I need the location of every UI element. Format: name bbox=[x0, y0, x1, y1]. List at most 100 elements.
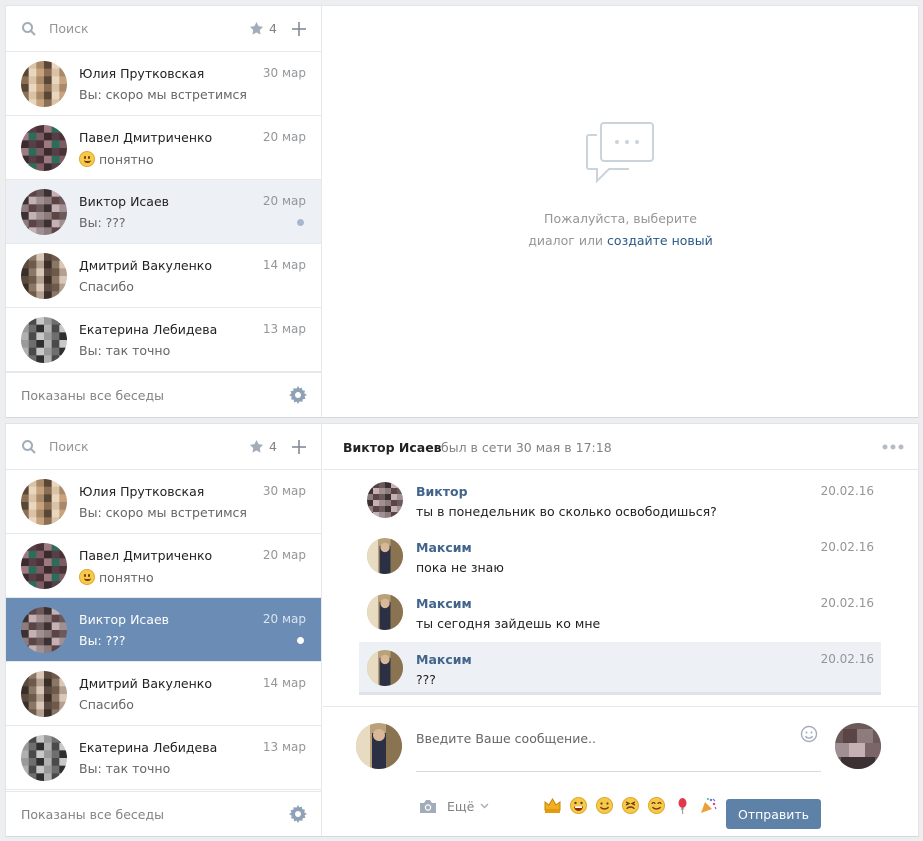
search-input[interactable]: Поиск bbox=[49, 21, 89, 36]
search-icon bbox=[22, 440, 36, 454]
dialog-preview-text: Вы: так точно bbox=[79, 761, 171, 776]
avatar bbox=[21, 543, 67, 589]
chat-peer-status: был в сети 30 мая в 17:18 bbox=[441, 440, 612, 455]
unread-dot bbox=[297, 637, 304, 644]
camera-icon[interactable] bbox=[419, 799, 437, 814]
dialog-name: Екатерина Лебидева bbox=[79, 322, 218, 337]
dialog-preview: понятно bbox=[79, 569, 154, 585]
create-new-dialog-link[interactable]: создайте новый bbox=[607, 233, 713, 248]
dialog-name: Юлия Прутковская bbox=[79, 66, 205, 81]
dialog-item[interactable]: Павел Дмитриченко 20 мар понятно bbox=[6, 534, 321, 598]
message-date: 20.02.16 bbox=[820, 652, 874, 666]
peer-avatar[interactable] bbox=[835, 723, 881, 769]
all-dialogs-shown: Показаны все беседы bbox=[21, 807, 164, 822]
message-author[interactable]: Максим bbox=[416, 540, 472, 555]
dialog-item[interactable]: Дмитрий Вакуленко 14 мар Спасибо bbox=[6, 662, 321, 726]
dialog-item[interactable]: Виктор Исаев 20 мар Вы: ??? bbox=[6, 180, 321, 244]
message-author[interactable]: Виктор bbox=[416, 484, 468, 499]
avatar bbox=[21, 317, 67, 363]
search-icon bbox=[22, 22, 36, 36]
dialog-list: Юлия Прутковская 30 мар Вы: скоро мы вст… bbox=[6, 470, 321, 790]
message-input[interactable] bbox=[416, 719, 821, 746]
smiling-emoji[interactable] bbox=[596, 797, 613, 814]
dialog-date: 20 мар bbox=[262, 612, 306, 626]
chat-peer-name[interactable]: Виктор Исаев bbox=[343, 440, 442, 455]
dialog-item[interactable]: Виктор Исаев 20 мар Вы: ??? bbox=[6, 598, 321, 662]
message-item[interactable]: Максим 20.02.16 пока не знаю bbox=[359, 530, 881, 586]
smile-emoji-icon bbox=[79, 151, 95, 167]
all-dialogs-shown: Показаны все беседы bbox=[21, 388, 164, 403]
message-avatar[interactable] bbox=[367, 482, 403, 518]
dialog-list-footer: Показаны все беседы bbox=[6, 372, 321, 417]
avatar bbox=[21, 735, 67, 781]
smile-icon[interactable] bbox=[800, 725, 818, 743]
dialog-name: Дмитрий Вакуленко bbox=[79, 676, 212, 691]
more-actions-icon[interactable] bbox=[882, 444, 904, 450]
favorites-count: 4 bbox=[269, 439, 277, 454]
dialog-name: Виктор Исаев bbox=[79, 194, 170, 209]
dialog-item[interactable]: Дмитрий Вакуленко 14 мар Спасибо bbox=[6, 244, 321, 308]
dialog-preview: Спасибо bbox=[79, 697, 134, 712]
message-item[interactable]: Максим 20.02.16 ??? bbox=[359, 642, 881, 695]
gear-icon[interactable] bbox=[289, 805, 307, 823]
message-avatar[interactable] bbox=[367, 594, 403, 630]
dialog-preview: Вы: скоро мы встретимся bbox=[79, 87, 247, 102]
search-bar: Поиск 4 bbox=[6, 424, 321, 470]
dialog-list-column: Поиск 4 Юлия Прутковская 30 мар Вы: скор… bbox=[6, 6, 322, 417]
grinning-emoji[interactable] bbox=[570, 797, 587, 814]
avatar bbox=[21, 607, 67, 653]
send-button[interactable]: Отправить bbox=[726, 799, 821, 829]
gear-icon[interactable] bbox=[289, 386, 307, 404]
party-popper-emoji[interactable] bbox=[700, 797, 717, 814]
dialog-name: Екатерина Лебидева bbox=[79, 740, 218, 755]
message-item[interactable]: Виктор 20.02.16 ты в понедельник во скол… bbox=[359, 474, 881, 530]
star-icon[interactable] bbox=[249, 21, 264, 36]
dialog-item[interactable]: Юлия Прутковская 30 мар Вы: скоро мы вст… bbox=[6, 52, 321, 116]
dialog-list-footer: Показаны все беседы bbox=[6, 791, 321, 836]
chat-bubbles-icon bbox=[586, 122, 654, 184]
message-avatar[interactable] bbox=[367, 538, 403, 574]
avatar bbox=[21, 671, 67, 717]
dialog-list-column: Поиск 4 Юлия Прутковская 30 мар Вы: скор… bbox=[6, 424, 322, 836]
dialog-name: Виктор Исаев bbox=[79, 612, 170, 627]
dialog-item[interactable]: Екатерина Лебидева 13 мар Вы: так точно bbox=[6, 308, 321, 372]
empty-state-prefix: диалог или bbox=[528, 233, 604, 248]
blush-emoji[interactable] bbox=[648, 797, 665, 814]
avatar bbox=[21, 479, 67, 525]
message-avatar[interactable] bbox=[367, 650, 403, 686]
message-text: ??? bbox=[416, 672, 436, 687]
new-dialog-icon[interactable] bbox=[291, 439, 307, 455]
search-bar: Поиск 4 bbox=[6, 6, 321, 52]
message-author[interactable]: Максим bbox=[416, 652, 472, 667]
messenger-panel-chat: Поиск 4 Юлия Прутковская 30 мар Вы: скор… bbox=[6, 424, 918, 836]
dialog-preview: понятно bbox=[79, 151, 154, 167]
star-icon[interactable] bbox=[249, 439, 264, 454]
messenger-panel-empty: Поиск 4 Юлия Прутковская 30 мар Вы: скор… bbox=[6, 6, 918, 417]
dialog-item[interactable]: Павел Дмитриченко 20 мар понятно bbox=[6, 116, 321, 180]
message-date: 20.02.16 bbox=[820, 540, 874, 554]
crown-emoji[interactable] bbox=[544, 797, 561, 814]
search-input[interactable]: Поиск bbox=[49, 439, 89, 454]
attach-more-button[interactable]: Ещё bbox=[447, 799, 474, 814]
squinting-emoji[interactable] bbox=[622, 797, 639, 814]
message-date: 20.02.16 bbox=[820, 484, 874, 498]
dialog-date: 14 мар bbox=[262, 258, 306, 272]
dialog-preview-text: Вы: так точно bbox=[79, 343, 171, 358]
dialog-preview: Вы: ??? bbox=[79, 215, 126, 230]
unread-dot bbox=[297, 219, 304, 226]
dialog-name: Дмитрий Вакуленко bbox=[79, 258, 212, 273]
dialog-date: 30 мар bbox=[262, 66, 306, 80]
dialog-preview-text: Вы: ??? bbox=[79, 633, 126, 648]
dialog-preview-text: понятно bbox=[99, 151, 154, 167]
message-author[interactable]: Максим bbox=[416, 596, 472, 611]
dialog-date: 13 мар bbox=[262, 740, 306, 754]
dialog-name: Павел Дмитриченко bbox=[79, 130, 213, 145]
dialog-date: 14 мар bbox=[262, 676, 306, 690]
message-text: ты сегодня зайдешь ко мне bbox=[416, 616, 601, 631]
dialog-item[interactable]: Екатерина Лебидева 13 мар Вы: так точно bbox=[6, 726, 321, 790]
balloon-emoji[interactable] bbox=[674, 797, 691, 815]
message-item[interactable]: Максим 20.02.16 ты сегодня зайдешь ко мн… bbox=[359, 586, 881, 642]
new-dialog-icon[interactable] bbox=[291, 21, 307, 37]
dialog-item[interactable]: Юлия Прутковская 30 мар Вы: скоро мы вст… bbox=[6, 470, 321, 534]
chevron-down-icon bbox=[480, 803, 489, 809]
